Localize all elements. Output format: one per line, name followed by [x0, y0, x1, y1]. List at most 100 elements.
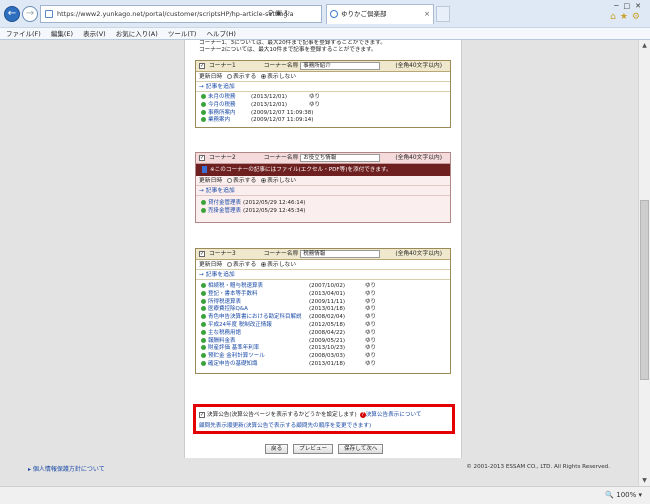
new-tab-button[interactable] [436, 6, 450, 22]
article-title-link[interactable]: 貸付金管理表 [208, 200, 241, 206]
menu-help[interactable]: ヘルプ(H) [207, 28, 236, 40]
status-dot-icon [201, 283, 206, 288]
privacy-policy-text[interactable]: 個人情報保護方針について [33, 466, 105, 473]
forward-button[interactable]: → [22, 6, 38, 22]
article-date: (2009/11/11) [309, 298, 345, 305]
article-title-link[interactable]: 報酬料金表 [208, 338, 236, 344]
corner-2-checkbox[interactable]: ✓ [199, 154, 205, 161]
article-user: ゆり [309, 94, 321, 100]
menu-view[interactable]: 表示(V) [83, 28, 106, 40]
corner-header: ✓ コーナー1 コーナー名称 事務所紹介 (全角40文字以内) [196, 61, 450, 72]
corner-3-checkbox[interactable]: ✓ [199, 250, 205, 257]
scroll-down-icon[interactable]: ▼ [639, 475, 650, 486]
article-title-link[interactable]: 売掛金管理表 [208, 208, 241, 214]
menu-tools[interactable]: ツール(T) [168, 28, 197, 40]
article-user: ゆり [365, 290, 377, 297]
menu-favorites[interactable]: お気に入り(A) [116, 28, 158, 40]
hide-radio[interactable] [261, 178, 267, 183]
article-title-link[interactable]: 医療費控除Q&A [208, 306, 248, 312]
privacy-policy-link[interactable]: ▸ 個人情報保護方針について [28, 464, 105, 473]
toolbar-icons[interactable]: ⌂★⚙ [610, 12, 644, 22]
settlement-checkbox[interactable]: ✓ [199, 411, 205, 418]
gear-icon[interactable]: ⚙ [632, 12, 644, 22]
back-button[interactable]: ← [4, 6, 20, 22]
back-page-button[interactable]: 戻る [265, 444, 289, 454]
close-window-icon[interactable]: ✕ [635, 2, 646, 10]
scroll-up-icon[interactable]: ▲ [639, 40, 650, 51]
show-radio[interactable] [227, 74, 233, 79]
article-title-link[interactable]: 事務所案内 [208, 110, 236, 116]
menu-file[interactable]: ファイル(F) [6, 28, 41, 40]
article-title-link[interactable]: 今月の税務 [208, 102, 236, 108]
corner-3-panel: ✓ コーナー3 コーナー名称 税務情報 (全角40文字以内) 更新日時 表示する… [195, 248, 451, 374]
status-dot-icon [201, 200, 206, 205]
article-title-link[interactable]: 財産評価 基準年利率 [208, 345, 259, 351]
settlement-label: 決算公告(決算公告ページを表示するかどうかを設定します) [207, 412, 357, 418]
settlement-help-link[interactable]: 決算公告表示について [366, 412, 422, 418]
article-date: (2008/03/03) [309, 353, 345, 360]
hide-radio[interactable] [261, 74, 267, 79]
status-dot-icon [201, 298, 206, 304]
menu-edit[interactable]: 編集(E) [51, 28, 73, 40]
scroll-thumb[interactable] [640, 200, 649, 380]
maximize-icon[interactable]: □ [624, 2, 636, 10]
add-article-row: → 記事を追加 [196, 270, 450, 280]
vertical-scrollbar[interactable]: ▲ ▼ [638, 40, 650, 486]
intro-line: コーナー1、3については、最大20件まで記事を登録することができます。 [199, 40, 386, 46]
show-radio[interactable] [227, 178, 233, 183]
article-title-link[interactable]: 预贮金 金利計算ツール [208, 353, 265, 359]
corner-2-name-input[interactable]: お役立ち情報 [300, 153, 381, 162]
corner-name-label: コーナー名称 [263, 155, 299, 161]
site-icon [45, 10, 53, 18]
list-item: 登記・書本等手数料 (2013/04/01) ゆり [201, 290, 450, 299]
action-buttons: 戻る プレビュー 保存して次へ [265, 444, 386, 454]
save-next-button[interactable]: 保存して次へ [338, 444, 384, 454]
corner-3-name-input[interactable]: 税務情報 [300, 249, 381, 258]
article-title-link[interactable]: 確定申告の基礎知識 [208, 361, 258, 367]
window-controls[interactable]: ─□✕ [614, 2, 646, 10]
settlement-settings-box: ✓ 決算公告(決算公告ページを表示するかどうかを設定します)? 決算公告表示について… [193, 404, 455, 434]
intro-line: コーナー2については、最大10件まで記事を登録することができます。 [199, 47, 377, 53]
corner-1-name-input[interactable]: 事務所紹介 [300, 61, 381, 70]
search-icon[interactable]: ⚲ [268, 9, 273, 17]
article-title-link[interactable]: 青色申告決算書における勘定科目解説 [208, 314, 302, 320]
add-article-link[interactable]: → 記事を追加 [199, 84, 235, 90]
add-article-link[interactable]: → 記事を追加 [199, 272, 235, 278]
status-dot-icon [201, 290, 206, 296]
zoom-value: 100% [616, 491, 637, 499]
status-dot-icon [201, 94, 206, 99]
main-content: コーナー1、3については、最大20件まで記事を登録することができます。 コーナー… [184, 40, 462, 458]
status-bar: 🔍 100% ▾ [0, 486, 650, 504]
article-title-link[interactable]: 未月の税務 [208, 94, 236, 100]
hide-radio[interactable] [261, 262, 267, 267]
address-tools[interactable]: ⚲ ▣ ↻ [268, 5, 290, 23]
add-article-link[interactable]: → 記事を追加 [199, 188, 235, 194]
close-tab-icon[interactable]: × [424, 5, 430, 23]
list-item: 売掛金管理表 (2012/05/29 12:45:34) [201, 207, 450, 216]
minimize-icon[interactable]: ─ [614, 2, 623, 10]
favorites-star-icon[interactable]: ★ [620, 12, 632, 22]
corner-1-checkbox[interactable]: ✓ [199, 62, 205, 69]
article-title-link[interactable]: 相続税・贈与税速算表 [208, 283, 263, 289]
preview-button[interactable]: プレビュー [293, 444, 334, 454]
article-date: (2013/01/18) [309, 306, 345, 313]
article-title-link[interactable]: 所得税速算表 [208, 299, 241, 305]
article-title-link[interactable]: 主な税務用語 [208, 330, 241, 336]
status-dot-icon [201, 345, 206, 351]
tab-icon [330, 10, 338, 18]
article-title-link[interactable]: 登記・書本等手数料 [208, 291, 258, 297]
article-date: (2008/02/04) [309, 314, 345, 321]
page-viewport: コーナー1、3については、最大20件まで記事を登録することができます。 コーナー… [0, 40, 638, 486]
client-order-link[interactable]: 顧問先表示順更新(決算公告で表示する顧問先の順序を変更できます) [199, 421, 449, 429]
corner-name-label: コーナー名称 [263, 63, 299, 69]
zoom-level[interactable]: 🔍 100% ▾ [605, 487, 642, 504]
date-display-row: 更新日時 表示する 表示しない [196, 260, 450, 270]
show-radio[interactable] [227, 262, 233, 267]
browser-tab[interactable]: ゆりかご倶楽部 × [326, 4, 434, 24]
refresh-icon[interactable]: ↻ [284, 9, 290, 17]
home-icon[interactable]: ⌂ [610, 12, 620, 22]
article-title-link[interactable]: 平成24年度 税制改正情報 [208, 322, 272, 328]
article-title-link[interactable]: 業務案内 [208, 117, 230, 123]
update-date-label: 更新日時 [199, 178, 223, 184]
address-text: https://www2.yunkago.net/portal/customer… [57, 10, 294, 18]
